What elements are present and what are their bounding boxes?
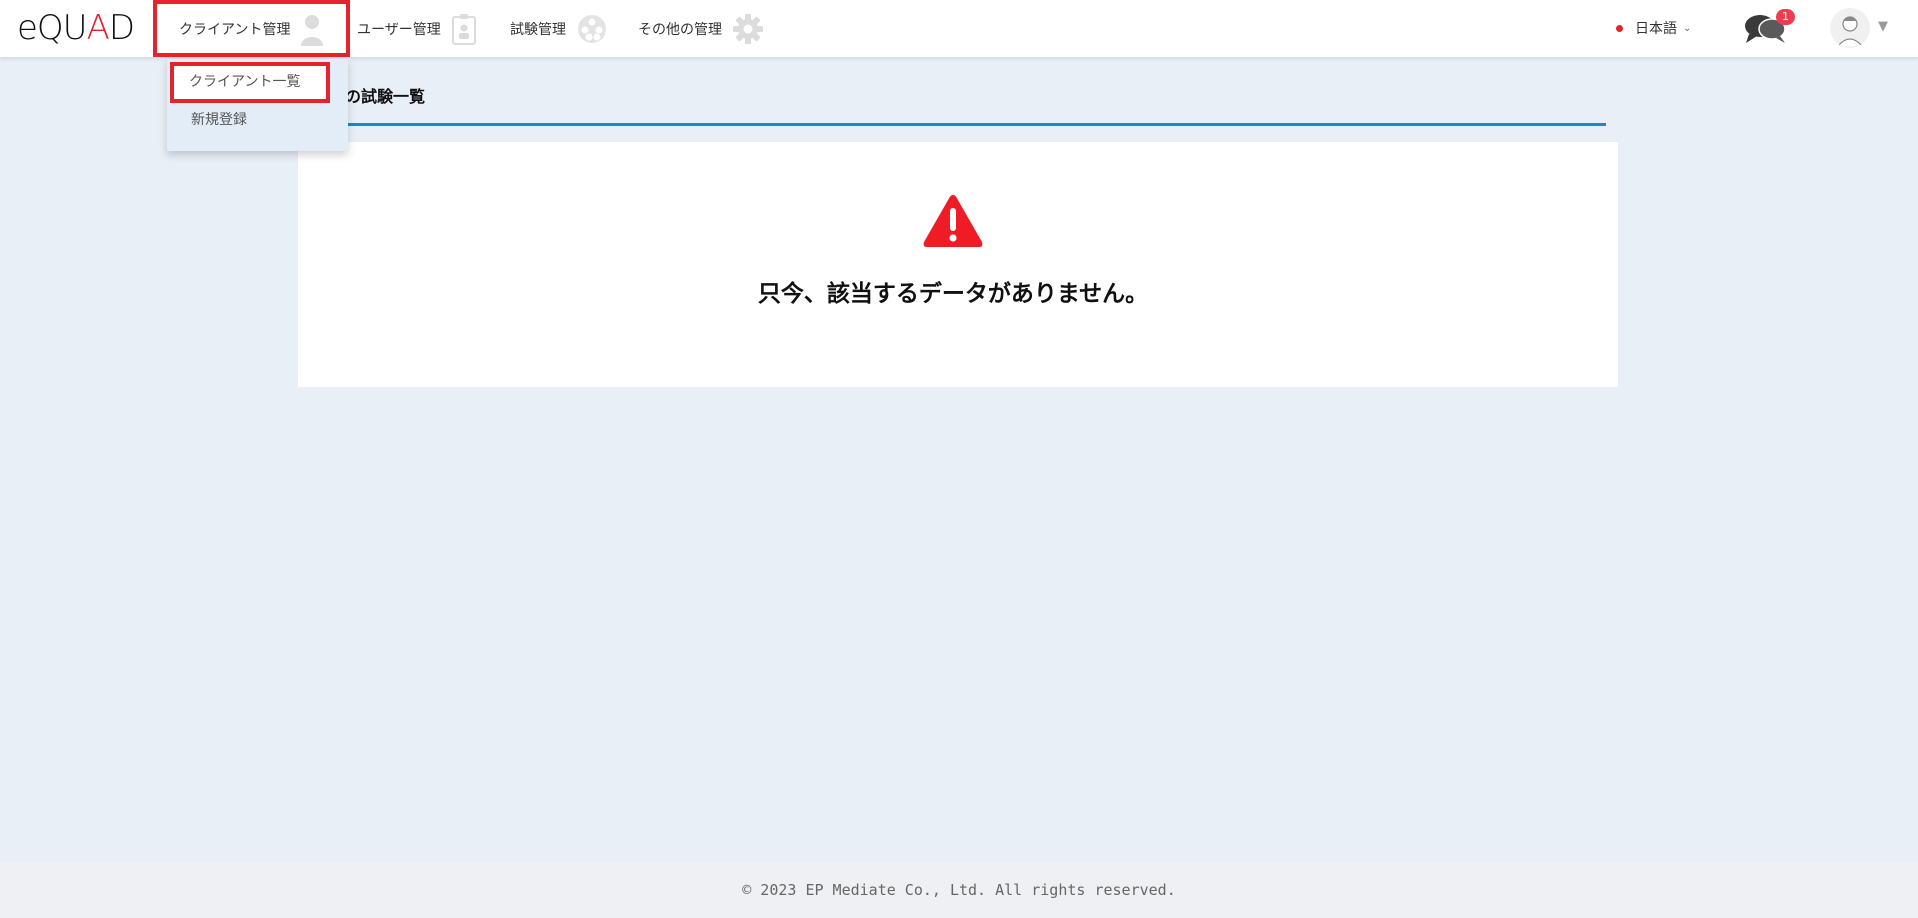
title-divider: [298, 123, 1606, 126]
equad-logo[interactable]: eQUAD: [17, 9, 135, 47]
top-header: eQUAD クライアント管理 ユーザー管理 試験管理 その他の管理 日本語 ⌄ …: [0, 0, 1918, 57]
dropdown-item-client-list[interactable]: クライアント一覧: [170, 62, 330, 103]
nav-user-management[interactable]: ユーザー管理: [357, 0, 477, 57]
nav-other-management[interactable]: その他の管理: [638, 0, 764, 57]
id-badge-icon: [451, 13, 477, 45]
empty-state-message: 只今、該当するデータがありません。: [757, 281, 1149, 307]
nav-user-label: ユーザー管理: [357, 21, 441, 38]
person-icon: [300, 12, 324, 46]
nav-test-label: 試験管理: [510, 21, 566, 38]
language-selector[interactable]: 日本語 ⌄: [1616, 18, 1691, 38]
empty-state-card: [298, 142, 1618, 387]
warning-triangle-icon: [922, 193, 984, 249]
gear-icon: [732, 13, 764, 45]
page-title: の試験一覧: [345, 87, 426, 106]
notification-badge: 1: [1776, 9, 1795, 25]
nav-client-label: クライアント管理: [179, 21, 291, 38]
client-dropdown-menu: クライアント一覧 新規登録: [167, 59, 348, 151]
chevron-down-icon: ⌄: [1683, 22, 1692, 34]
language-label: 日本語: [1635, 21, 1677, 37]
footer-copyright: © 2023 EP Mediate Co., Ltd. All rights r…: [0, 862, 1918, 918]
nav-test-management[interactable]: 試験管理: [510, 0, 608, 57]
film-reel-icon: [576, 13, 608, 45]
nav-other-label: その他の管理: [638, 21, 722, 38]
japan-flag-icon: [1616, 24, 1623, 32]
user-avatar-icon[interactable]: [1830, 8, 1870, 48]
dropdown-item-new-registration[interactable]: 新規登録: [191, 111, 247, 129]
avatar-menu-caret-icon[interactable]: ▼: [1878, 19, 1888, 34]
nav-client-management[interactable]: クライアント管理: [153, 0, 350, 57]
